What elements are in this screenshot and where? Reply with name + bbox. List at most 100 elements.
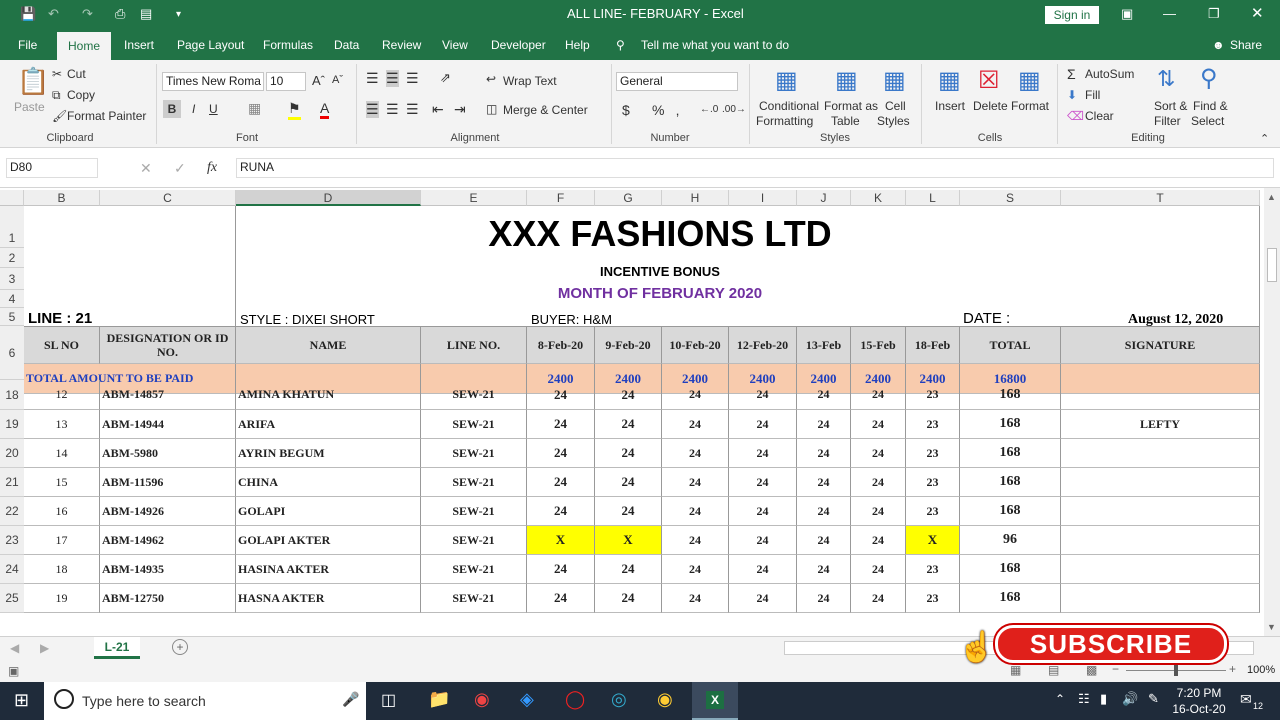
- line-no-cell[interactable]: SEW-21: [421, 497, 527, 526]
- column-header-d[interactable]: D: [236, 190, 421, 206]
- chrome-icon[interactable]: ◉: [657, 689, 673, 710]
- sl-no-cell[interactable]: 12: [24, 380, 100, 410]
- page-break-view-icon[interactable]: ▩: [1086, 663, 1097, 677]
- notification-icon[interactable]: ✉: [1240, 691, 1252, 708]
- day-value-cell[interactable]: 24: [595, 380, 662, 410]
- fill-color-icon[interactable]: ⚑: [288, 100, 301, 120]
- row-total-cell[interactable]: 168: [960, 555, 1061, 584]
- day-value-cell[interactable]: 23: [906, 439, 960, 468]
- day-value-cell[interactable]: 24: [729, 380, 797, 410]
- row-header-25[interactable]: 25: [0, 584, 24, 613]
- row-total-cell[interactable]: 96: [960, 526, 1061, 555]
- align-bottom-icon[interactable]: ☰: [406, 70, 419, 87]
- cell-styles-icon[interactable]: ▦: [883, 66, 906, 95]
- day-value-cell[interactable]: 24: [527, 410, 595, 439]
- italic-icon[interactable]: I: [192, 102, 195, 116]
- underline-icon[interactable]: U: [209, 102, 218, 116]
- day-value-cell[interactable]: 24: [662, 584, 729, 613]
- prev-sheet-icon[interactable]: ◀: [10, 641, 19, 655]
- employee-name-cell[interactable]: HASNA AKTER: [236, 584, 421, 613]
- scroll-thumb[interactable]: [1267, 248, 1277, 282]
- day-value-cell[interactable]: 24: [595, 555, 662, 584]
- day-value-cell[interactable]: X: [906, 526, 960, 555]
- employee-name-cell[interactable]: GOLAPI: [236, 497, 421, 526]
- day-value-cell[interactable]: 24: [527, 380, 595, 410]
- header-day-3[interactable]: 10-Feb-20: [662, 326, 729, 364]
- row-header-2[interactable]: 2: [0, 248, 24, 268]
- copy-icon[interactable]: ⧉: [52, 88, 61, 103]
- day-value-cell[interactable]: 23: [906, 468, 960, 497]
- day-value-cell[interactable]: X: [595, 526, 662, 555]
- header-day-1[interactable]: 8-Feb-20: [527, 326, 595, 364]
- microphone-icon[interactable]: 🎤: [342, 691, 359, 708]
- employee-id-cell[interactable]: ABM-11596: [100, 468, 236, 497]
- row-header-23[interactable]: 23: [0, 526, 24, 555]
- day-value-cell[interactable]: 24: [662, 468, 729, 497]
- day-value-cell[interactable]: 23: [906, 410, 960, 439]
- day-value-cell[interactable]: 24: [797, 497, 851, 526]
- tab-review[interactable]: Review: [382, 38, 421, 52]
- day-value-cell[interactable]: 24: [729, 555, 797, 584]
- edge-icon[interactable]: ◎: [611, 689, 627, 710]
- day-value-cell[interactable]: 24: [851, 497, 906, 526]
- pen-icon[interactable]: ✎: [1148, 691, 1159, 707]
- enter-icon[interactable]: ✓: [174, 160, 186, 177]
- ribbon-display-icon[interactable]: ▣: [1121, 6, 1133, 22]
- day-value-cell[interactable]: 24: [527, 439, 595, 468]
- employee-name-cell[interactable]: AMINA KHATUN: [236, 380, 421, 410]
- line-no-cell[interactable]: SEW-21: [421, 468, 527, 497]
- column-header-f[interactable]: F: [527, 190, 595, 206]
- day-value-cell[interactable]: 24: [729, 468, 797, 497]
- undo-icon[interactable]: ↶: [48, 6, 59, 22]
- clear-button[interactable]: Clear: [1085, 109, 1114, 123]
- comma-style-icon[interactable]: ‚: [676, 102, 679, 118]
- format-painter-icon[interactable]: 🖌: [52, 109, 67, 123]
- column-header-l[interactable]: L: [906, 190, 960, 206]
- currency-icon[interactable]: $: [622, 102, 630, 118]
- autosum-icon[interactable]: Σ: [1067, 66, 1076, 82]
- increase-indent-icon[interactable]: ⇥: [454, 101, 466, 118]
- day-value-cell[interactable]: 24: [595, 497, 662, 526]
- zoom-in-icon[interactable]: +: [1229, 662, 1236, 676]
- day-value-cell[interactable]: 24: [527, 584, 595, 613]
- column-header-b[interactable]: B: [24, 190, 100, 206]
- tell-me-search[interactable]: Tell me what you want to do: [641, 38, 789, 52]
- align-top-icon[interactable]: ☰: [366, 70, 379, 87]
- day-value-cell[interactable]: 24: [662, 410, 729, 439]
- delete-cells-icon[interactable]: ☒: [978, 66, 1000, 95]
- employee-name-cell[interactable]: ARIFA: [236, 410, 421, 439]
- zoom-out-icon[interactable]: −: [1112, 662, 1119, 676]
- network-icon[interactable]: ☷: [1078, 691, 1090, 707]
- day-value-cell[interactable]: 24: [662, 555, 729, 584]
- clock-date[interactable]: 16-Oct-20: [1172, 702, 1226, 716]
- next-sheet-icon[interactable]: ▶: [40, 641, 49, 655]
- row-total-cell[interactable]: 168: [960, 410, 1061, 439]
- font-color-icon[interactable]: A: [320, 100, 330, 119]
- day-value-cell[interactable]: 24: [851, 555, 906, 584]
- share-button[interactable]: Share: [1230, 38, 1262, 52]
- wrap-text-icon[interactable]: ↩: [486, 72, 496, 86]
- header-day-4[interactable]: 12-Feb-20: [729, 326, 797, 364]
- align-right-icon[interactable]: ☰: [406, 101, 419, 118]
- header-designation-id[interactable]: DESIGNATION OR ID NO.: [100, 326, 236, 364]
- employee-id-cell[interactable]: ABM-14857: [100, 380, 236, 410]
- normal-view-icon[interactable]: ▦: [1010, 663, 1021, 677]
- row-total-cell[interactable]: 168: [960, 439, 1061, 468]
- employee-name-cell[interactable]: GOLAPI AKTER: [236, 526, 421, 555]
- sl-no-cell[interactable]: 17: [24, 526, 100, 555]
- signature-cell[interactable]: [1061, 439, 1260, 468]
- sl-no-cell[interactable]: 16: [24, 497, 100, 526]
- day-value-cell[interactable]: 23: [906, 584, 960, 613]
- battery-icon[interactable]: ▮: [1100, 691, 1107, 707]
- row-header-1[interactable]: 1: [0, 206, 24, 248]
- tab-page-layout[interactable]: Page Layout: [177, 38, 244, 52]
- fill-button[interactable]: Fill: [1085, 88, 1100, 102]
- format-as-table-button[interactable]: Format as: [824, 99, 878, 113]
- orientation-icon[interactable]: ⇗: [440, 70, 451, 86]
- clock-time[interactable]: 7:20 PM: [1172, 686, 1226, 700]
- decrease-font-icon[interactable]: Aˇ: [332, 74, 343, 86]
- signature-cell[interactable]: [1061, 380, 1260, 410]
- tab-developer[interactable]: Developer: [491, 38, 546, 52]
- line-no-cell[interactable]: SEW-21: [421, 526, 527, 555]
- align-left-icon[interactable]: ☰: [366, 101, 379, 118]
